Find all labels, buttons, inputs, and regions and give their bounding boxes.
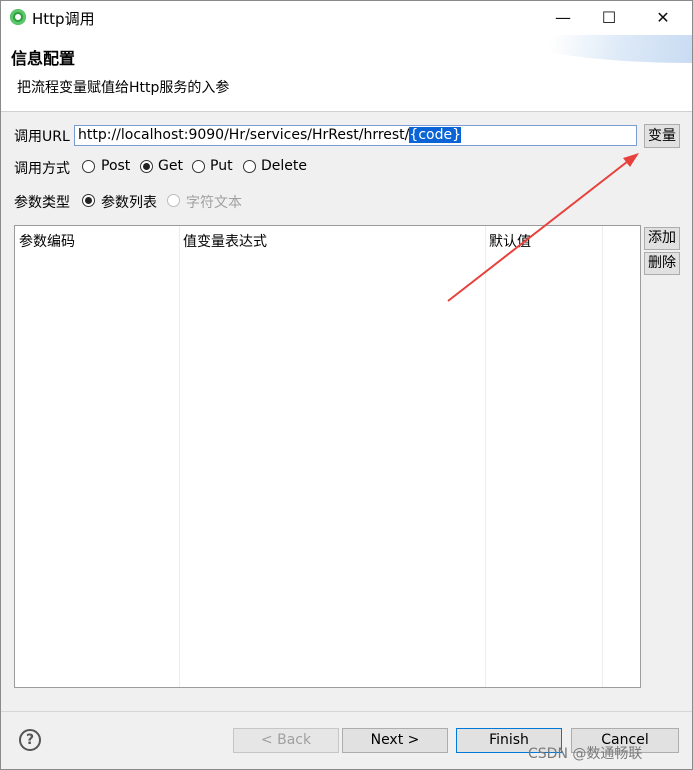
back-button: < Back — [233, 728, 339, 753]
help-icon[interactable]: ? — [19, 729, 41, 751]
dialog-window: Http调用 — ☐ ✕ 信息配置 把流程变量赋值给Http服务的入参 调用UR… — [0, 0, 693, 770]
footer-divider — [1, 711, 692, 712]
annotation-arrow — [447, 153, 639, 302]
watermark: CSDN @数通畅联 — [528, 746, 643, 762]
next-button[interactable]: Next > — [342, 728, 448, 753]
